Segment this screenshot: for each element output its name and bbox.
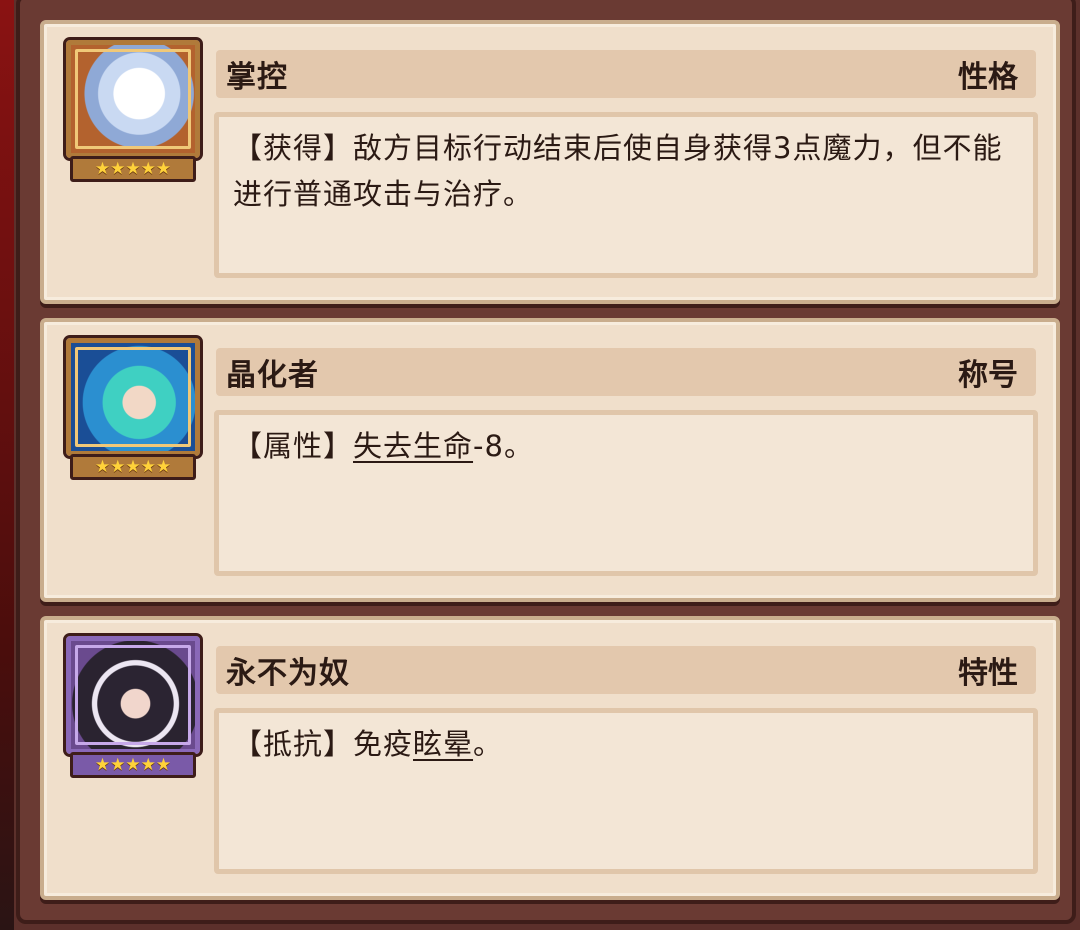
trait-name: 晶化者 [226, 358, 319, 393]
trait-category: 性格 [958, 60, 1018, 95]
teal-haired-character-portrait-icon [63, 335, 203, 459]
description-suffix: 。 [473, 727, 504, 761]
background-edge [0, 0, 14, 930]
trait-header: 掌控 性格 [216, 50, 1036, 98]
trait-description-box: 【属性】失去生命-8。 [214, 410, 1038, 576]
character-portrait[interactable]: ★★★★★ [63, 37, 203, 182]
keyword-link-stun[interactable]: 眩晕 [413, 727, 473, 761]
trait-card-never-enslaved[interactable]: ★★★★★ 永不为奴 特性 【抵抗】免疫眩晕。 [40, 616, 1060, 900]
star-rating: ★★★★★ [70, 454, 196, 480]
star-rating: ★★★★★ [70, 156, 196, 182]
keyword-link-lose-life[interactable]: 失去生命 [353, 429, 473, 463]
trait-card-control[interactable]: ★★★★★ 掌控 性格 【获得】敌方目标行动结束后使自身获得3点魔力，但不能进行… [40, 20, 1060, 304]
trait-description-box: 【抵抗】免疫眩晕。 [214, 708, 1038, 874]
description-prefix: 【属性】 [233, 429, 354, 463]
trait-name: 掌控 [226, 60, 288, 95]
star-rating: ★★★★★ [70, 752, 196, 778]
trait-header: 永不为奴 特性 [216, 646, 1036, 694]
trait-list-panel: ★★★★★ 掌控 性格 【获得】敌方目标行动结束后使自身获得3点魔力，但不能进行… [0, 0, 1080, 930]
trait-description: 【获得】敌方目标行动结束后使自身获得3点魔力，但不能进行普通攻击与治疗。 [233, 131, 1003, 211]
character-portrait[interactable]: ★★★★★ [63, 633, 203, 778]
black-white-haired-character-portrait-icon [63, 633, 203, 757]
trait-description: 【抵抗】免疫眩晕。 [233, 721, 1019, 767]
description-prefix: 【抵抗】免疫 [233, 727, 414, 761]
character-portrait[interactable]: ★★★★★ [63, 335, 203, 480]
description-suffix: -8。 [473, 429, 534, 463]
white-haired-character-portrait-icon [63, 37, 203, 161]
trait-category: 称号 [958, 358, 1018, 393]
trait-card-crystallizer[interactable]: ★★★★★ 晶化者 称号 【属性】失去生命-8。 [40, 318, 1060, 602]
trait-name: 永不为奴 [226, 656, 350, 691]
trait-header: 晶化者 称号 [216, 348, 1036, 396]
trait-category: 特性 [958, 656, 1018, 691]
trait-description-box: 【获得】敌方目标行动结束后使自身获得3点魔力，但不能进行普通攻击与治疗。 [214, 112, 1038, 278]
trait-description: 【属性】失去生命-8。 [233, 423, 1019, 469]
